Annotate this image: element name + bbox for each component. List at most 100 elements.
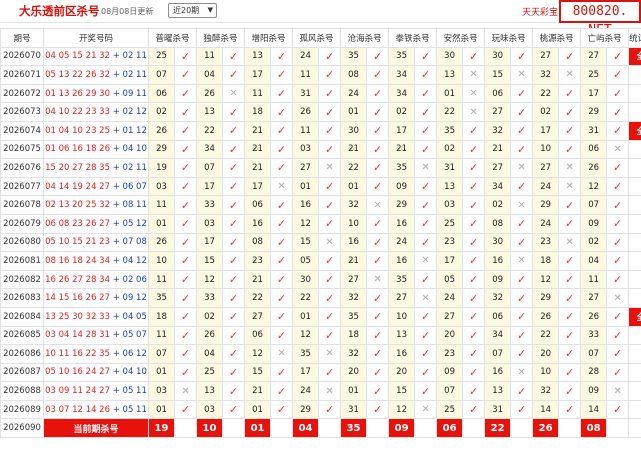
check-icon: ✓ bbox=[324, 142, 335, 156]
check-icon: ✓ bbox=[565, 273, 575, 287]
front-numbers: 04 10 22 23 33 bbox=[45, 107, 110, 118]
check-icon: ✓ bbox=[180, 273, 191, 287]
kill-number: 31 bbox=[292, 83, 320, 104]
result-cell: ✕ bbox=[318, 381, 342, 401]
result-cell: ✓ bbox=[222, 158, 246, 178]
result-cell: ✓ bbox=[222, 102, 246, 122]
empty-cell bbox=[414, 418, 438, 439]
check-icon: ✓ bbox=[613, 403, 623, 417]
cross-icon: ✕ bbox=[613, 292, 622, 304]
check-icon: ✓ bbox=[228, 254, 239, 268]
result-cell: ✓ bbox=[558, 213, 582, 234]
kill-number: 12 bbox=[532, 269, 560, 290]
kill-number: 29 bbox=[580, 102, 608, 122]
kill-number: 07 bbox=[484, 344, 512, 364]
check-icon: ✓ bbox=[468, 273, 479, 287]
front-numbers: 02 13 20 25 32 bbox=[45, 200, 110, 211]
kill-number: 11 bbox=[244, 83, 272, 104]
page-header: 大乐透前区杀号 08月08日更新 近20期 ▼ 天天彩宝 800820. NET bbox=[0, 0, 641, 38]
period-cell: 2026083 bbox=[0, 288, 44, 308]
table-row: 2026084 13 25 30 32 33 + 04 05 18 ✓ 02 ✓ 27 ✓ 01… bbox=[0, 306, 641, 327]
kill-number: 01 bbox=[340, 381, 368, 401]
table-row: 2026082 16 26 27 28 34 + 02 06 11 ✓ 12 ✓ 21 ✓ 30… bbox=[0, 269, 641, 290]
stat-cell: 8 bbox=[628, 288, 641, 308]
plus-sign: + bbox=[110, 88, 123, 99]
check-icon: ✓ bbox=[565, 365, 575, 379]
result-cell: ✓ bbox=[173, 362, 198, 383]
kill-number: 21 bbox=[484, 139, 512, 160]
check-icon: ✓ bbox=[517, 87, 527, 101]
result-cell: ✓ bbox=[222, 195, 246, 215]
result-cell: ✓ bbox=[173, 251, 198, 271]
result-cell: ✓ bbox=[606, 269, 630, 290]
check-icon: ✓ bbox=[517, 180, 527, 194]
cross-icon: ✕ bbox=[325, 385, 334, 397]
empty-cell bbox=[318, 418, 342, 439]
result-cell: ✓ bbox=[366, 176, 390, 197]
front-numbers: 05 10 15 21 23 bbox=[45, 237, 110, 248]
range-select[interactable]: 近20期 ▼ bbox=[168, 3, 217, 18]
check-icon: ✓ bbox=[324, 403, 335, 417]
result-cell: ✓ bbox=[366, 325, 390, 346]
result-cell: ✓ bbox=[173, 65, 198, 85]
check-icon: ✓ bbox=[180, 124, 191, 138]
kill-number: 07 bbox=[436, 381, 464, 401]
site-logo[interactable]: 800820. NET bbox=[559, 0, 641, 38]
stat-cell: 全对 bbox=[628, 46, 641, 67]
result-cell: ✕ bbox=[606, 288, 630, 308]
result-cell: ✓ bbox=[173, 325, 198, 346]
kill-number: 33 bbox=[196, 288, 224, 308]
kill-number: 27 bbox=[532, 46, 560, 67]
check-icon: ✓ bbox=[228, 273, 239, 287]
result-cell: ✕ bbox=[414, 288, 438, 308]
result-cell: ✓ bbox=[173, 344, 198, 364]
draw-cell: 15 20 27 28 35 + 02 11 bbox=[43, 158, 149, 178]
period-cell: 2026089 bbox=[0, 399, 44, 420]
result-cell: ✓ bbox=[366, 158, 390, 178]
brand-link[interactable]: 天天彩宝 bbox=[522, 5, 558, 18]
check-icon: ✓ bbox=[276, 68, 287, 82]
check-icon: ✓ bbox=[468, 403, 479, 417]
check-icon: ✓ bbox=[565, 328, 575, 342]
kill-number: 24 bbox=[292, 381, 320, 401]
result-cell: ✓ bbox=[414, 120, 438, 141]
result-cell: ✓ bbox=[606, 65, 630, 85]
result-cell: ✓ bbox=[318, 269, 342, 290]
check-icon: ✓ bbox=[276, 403, 287, 417]
draw-cell: 05 10 16 24 27 + 04 10 bbox=[43, 362, 149, 383]
kill-number: 35 bbox=[436, 120, 464, 141]
draw-cell: 06 08 23 26 27 + 05 12 bbox=[43, 213, 149, 234]
result-cell: ✕ bbox=[318, 232, 342, 253]
kill-number: 15 bbox=[244, 362, 272, 383]
table-row: 2026076 15 20 27 28 35 + 02 11 19 ✓ 07 ✓ 21 ✓ 27… bbox=[0, 158, 641, 178]
result-cell: ✓ bbox=[414, 65, 438, 85]
result-cell: ✓ bbox=[462, 325, 486, 346]
check-icon: ✓ bbox=[517, 273, 527, 287]
cross-icon: ✕ bbox=[469, 106, 478, 118]
result-cell: ✓ bbox=[462, 120, 486, 141]
period-cell: 2026075 bbox=[0, 139, 44, 160]
check-icon: ✓ bbox=[517, 328, 527, 342]
period-cell: 2026070 bbox=[0, 46, 44, 67]
kill-number: 06 bbox=[148, 83, 175, 104]
kill-number: 22 bbox=[244, 288, 272, 308]
result-cell: ✓ bbox=[173, 139, 198, 160]
check-icon: ✓ bbox=[276, 291, 287, 305]
front-numbers: 03 09 11 24 27 bbox=[45, 386, 110, 397]
draw-cell: 04 05 15 21 32 + 02 11 bbox=[43, 46, 149, 67]
result-cell: ✓ bbox=[558, 288, 582, 308]
check-icon: ✓ bbox=[180, 217, 191, 231]
check-icon: ✓ bbox=[565, 49, 575, 63]
result-cell: ✕ bbox=[558, 65, 582, 85]
kill-number: 02 bbox=[532, 102, 560, 122]
check-icon: ✓ bbox=[372, 180, 383, 194]
result-cell: ✓ bbox=[414, 139, 438, 160]
kill-number: 25 bbox=[580, 65, 608, 85]
result-cell: ✓ bbox=[414, 344, 438, 364]
kill-number: 03 bbox=[148, 176, 175, 197]
cross-icon: ✕ bbox=[421, 292, 430, 304]
check-icon: ✓ bbox=[468, 254, 479, 268]
result-cell: ✓ bbox=[270, 83, 294, 104]
result-cell: ✓ bbox=[462, 288, 486, 308]
result-cell: ✓ bbox=[606, 195, 630, 215]
